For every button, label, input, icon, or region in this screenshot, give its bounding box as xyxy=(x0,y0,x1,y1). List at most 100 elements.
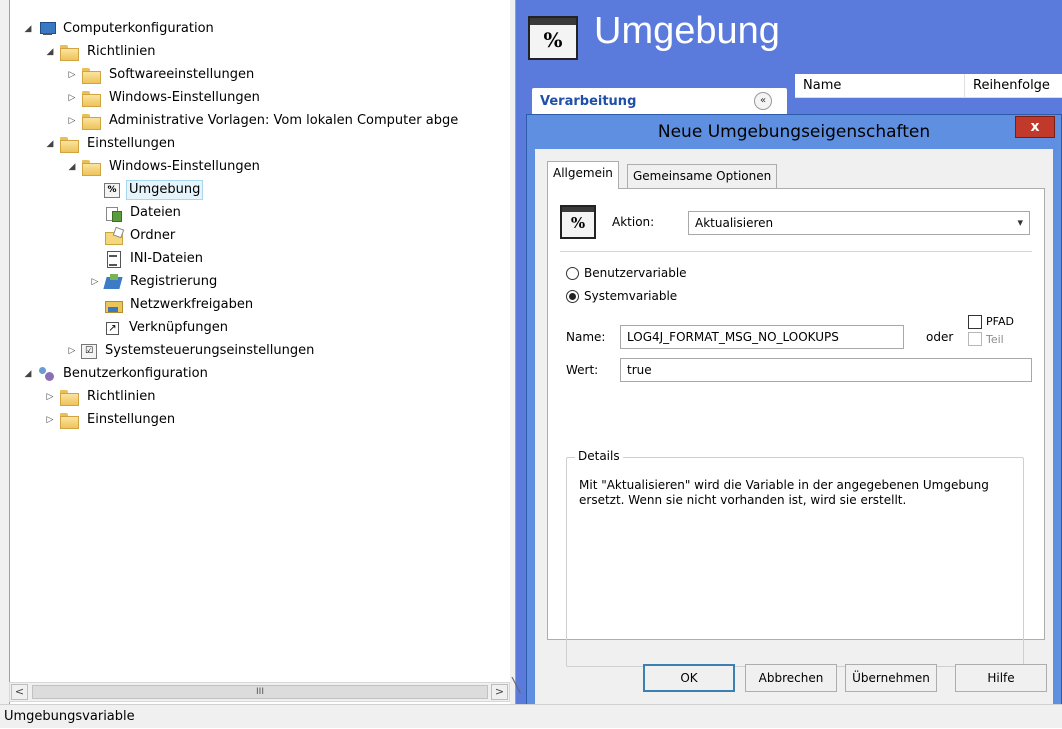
network-share-icon xyxy=(104,297,123,313)
collapse-arrow-icon[interactable]: ◢ xyxy=(23,363,33,385)
processing-panel: Verarbeitung « xyxy=(532,88,787,116)
folder-icon xyxy=(81,67,101,84)
tree-item-control-panel-settings[interactable]: ▷ ☑ Systemsteuerungseinstellungen xyxy=(67,340,316,362)
tree-item-administrative-templates[interactable]: ▷ Administrative Vorlagen: Vom lokalen C… xyxy=(67,110,460,132)
folder-icon xyxy=(59,44,79,61)
folder-icon xyxy=(59,412,79,429)
action-label: Aktion: xyxy=(612,215,655,229)
column-header-name[interactable]: Name xyxy=(795,74,965,98)
processing-label: Verarbeitung xyxy=(540,94,637,109)
tree-item-label: INI-Dateien xyxy=(130,251,204,266)
tree-item-registry[interactable]: ▷ Registrierung xyxy=(90,271,219,293)
tree-item-label: Registrierung xyxy=(130,274,218,289)
collapse-arrow-icon[interactable]: ◢ xyxy=(45,41,55,63)
tree-item-policies[interactable]: ◢ Richtlinien xyxy=(45,41,157,63)
pane-title: Umgebung xyxy=(594,10,780,52)
user-variable-radio[interactable] xyxy=(566,267,579,280)
name-field[interactable]: LOG4J_FORMAT_MSG_NO_LOOKUPS xyxy=(620,325,904,349)
tree-item-label: Umgebung xyxy=(126,180,204,200)
control-panel-icon: ☑ xyxy=(81,343,97,359)
column-header-order[interactable]: Reihenfolge xyxy=(965,74,1062,98)
tree-item-computer-configuration[interactable]: ◢ Computerkonfiguration xyxy=(23,18,216,40)
action-select[interactable]: Aktualisieren ▾ xyxy=(688,211,1030,235)
path-checkbox[interactable] xyxy=(968,315,982,329)
system-variable-radio[interactable] xyxy=(566,290,579,303)
tree-item-shortcuts[interactable]: ↗ Verknüpfungen xyxy=(104,317,230,339)
tree-item-files[interactable]: Dateien xyxy=(104,202,183,224)
tree-item-label: Einstellungen xyxy=(87,136,176,151)
tree-item-label: Computerkonfiguration xyxy=(63,21,214,36)
expand-arrow-icon[interactable]: ▷ xyxy=(67,87,77,109)
expand-arrow-icon[interactable]: ▷ xyxy=(45,409,55,431)
tree-item-windows-settings[interactable]: ▷ Windows-Einstellungen xyxy=(67,87,262,109)
tab-panel-general: % Aktion: Aktualisieren ▾ Benutzervariab… xyxy=(547,188,1045,667)
folder-icon xyxy=(81,113,101,130)
pane-splitter[interactable] xyxy=(510,0,516,704)
collapse-arrow-icon[interactable]: ◢ xyxy=(67,156,77,178)
dialog-title: Neue Umgebungseigenschaften xyxy=(657,122,931,142)
help-button[interactable]: Hilfe xyxy=(955,664,1047,692)
tree-item-network-shares[interactable]: Netzwerkfreigaben xyxy=(104,294,255,316)
expand-arrow-icon[interactable]: ▷ xyxy=(67,64,77,86)
environment-properties-dialog: Neue Umgebungseigenschaften x Allgemein … xyxy=(526,114,1062,710)
tree-item-label: Windows-Einstellungen xyxy=(109,159,260,174)
ini-file-icon xyxy=(104,251,122,268)
tree-item-label: Richtlinien xyxy=(87,389,156,404)
console-tree: ◢ Computerkonfiguration ◢ Richtlinien ▷ … xyxy=(0,0,510,704)
tree-item-label: Dateien xyxy=(130,205,181,220)
tree-item-label: Einstellungen xyxy=(87,412,176,427)
tree-item-user-configuration[interactable]: ◢ Benutzerkonfiguration xyxy=(23,363,210,385)
details-text: Mit "Aktualisieren" wird die Variable in… xyxy=(579,478,989,507)
part-checkbox[interactable] xyxy=(968,332,982,346)
folder-icon xyxy=(81,90,101,107)
part-label: Teil xyxy=(986,333,1004,346)
horizontal-scrollbar[interactable]: < III > xyxy=(9,682,510,702)
tab-common-options[interactable]: Gemeinsame Optionen xyxy=(627,164,778,188)
registry-icon xyxy=(104,274,122,290)
environment-icon: % xyxy=(104,182,120,198)
expand-arrow-icon[interactable]: ▷ xyxy=(67,340,77,362)
list-header: Name Reihenfolge xyxy=(795,74,1062,98)
value-field[interactable]: true xyxy=(620,358,1032,382)
expand-arrow-icon[interactable]: ▷ xyxy=(67,110,77,132)
files-icon xyxy=(104,205,122,222)
close-button[interactable]: x xyxy=(1015,116,1055,138)
user-variable-label: Benutzervariable xyxy=(584,266,687,280)
chevron-down-icon: ▾ xyxy=(1017,216,1023,229)
action-value: Aktualisieren xyxy=(695,216,774,230)
scroll-right-button[interactable]: > xyxy=(491,684,508,700)
folder-options-icon xyxy=(104,228,123,245)
apply-button[interactable]: Übernehmen xyxy=(845,664,937,692)
tree-item-preferences[interactable]: ◢ Einstellungen xyxy=(45,133,177,155)
folder-icon xyxy=(59,389,79,406)
expand-arrow-icon[interactable]: ▷ xyxy=(45,386,55,408)
or-label: oder xyxy=(926,330,954,344)
folder-icon xyxy=(59,136,79,153)
tree-item-label: Benutzerkonfiguration xyxy=(63,366,208,381)
details-group: Details Mit "Aktualisieren" wird die Var… xyxy=(566,449,1024,667)
collapse-arrow-icon[interactable]: ◢ xyxy=(23,18,33,40)
scrollbar-thumb[interactable]: III xyxy=(32,685,488,699)
tree-item-software-settings[interactable]: ▷ Softwareeinstellungen xyxy=(67,64,256,86)
collapse-arrow-icon[interactable]: ◢ xyxy=(45,133,55,155)
environment-icon: % xyxy=(560,205,596,239)
tree-item-user-policies[interactable]: ▷ Richtlinien xyxy=(45,386,157,408)
shortcut-icon: ↗ xyxy=(106,321,119,335)
tab-general[interactable]: Allgemein xyxy=(547,161,619,189)
environment-icon: % xyxy=(528,16,578,60)
ok-button[interactable]: OK xyxy=(643,664,735,692)
tree-item-environment[interactable]: % Umgebung xyxy=(104,179,204,201)
name-label: Name: xyxy=(566,330,606,344)
cancel-button[interactable]: Abbrechen xyxy=(745,664,837,692)
tree-item-user-preferences[interactable]: ▷ Einstellungen xyxy=(45,409,177,431)
tree-item-folders[interactable]: Ordner xyxy=(104,225,177,247)
path-label: PFAD xyxy=(986,315,1014,328)
expand-arrow-icon[interactable]: ▷ xyxy=(90,271,100,293)
tree-item-label: Softwareeinstellungen xyxy=(109,67,255,82)
tree-item-label: Administrative Vorlagen: Vom lokalen Com… xyxy=(109,113,459,128)
divider xyxy=(560,251,1032,252)
tree-item-ini-files[interactable]: INI-Dateien xyxy=(104,248,205,270)
scroll-left-button[interactable]: < xyxy=(11,684,28,700)
collapse-chevron-icon[interactable]: « xyxy=(754,92,772,110)
tree-item-windows-settings-preferences[interactable]: ◢ Windows-Einstellungen xyxy=(67,156,262,178)
